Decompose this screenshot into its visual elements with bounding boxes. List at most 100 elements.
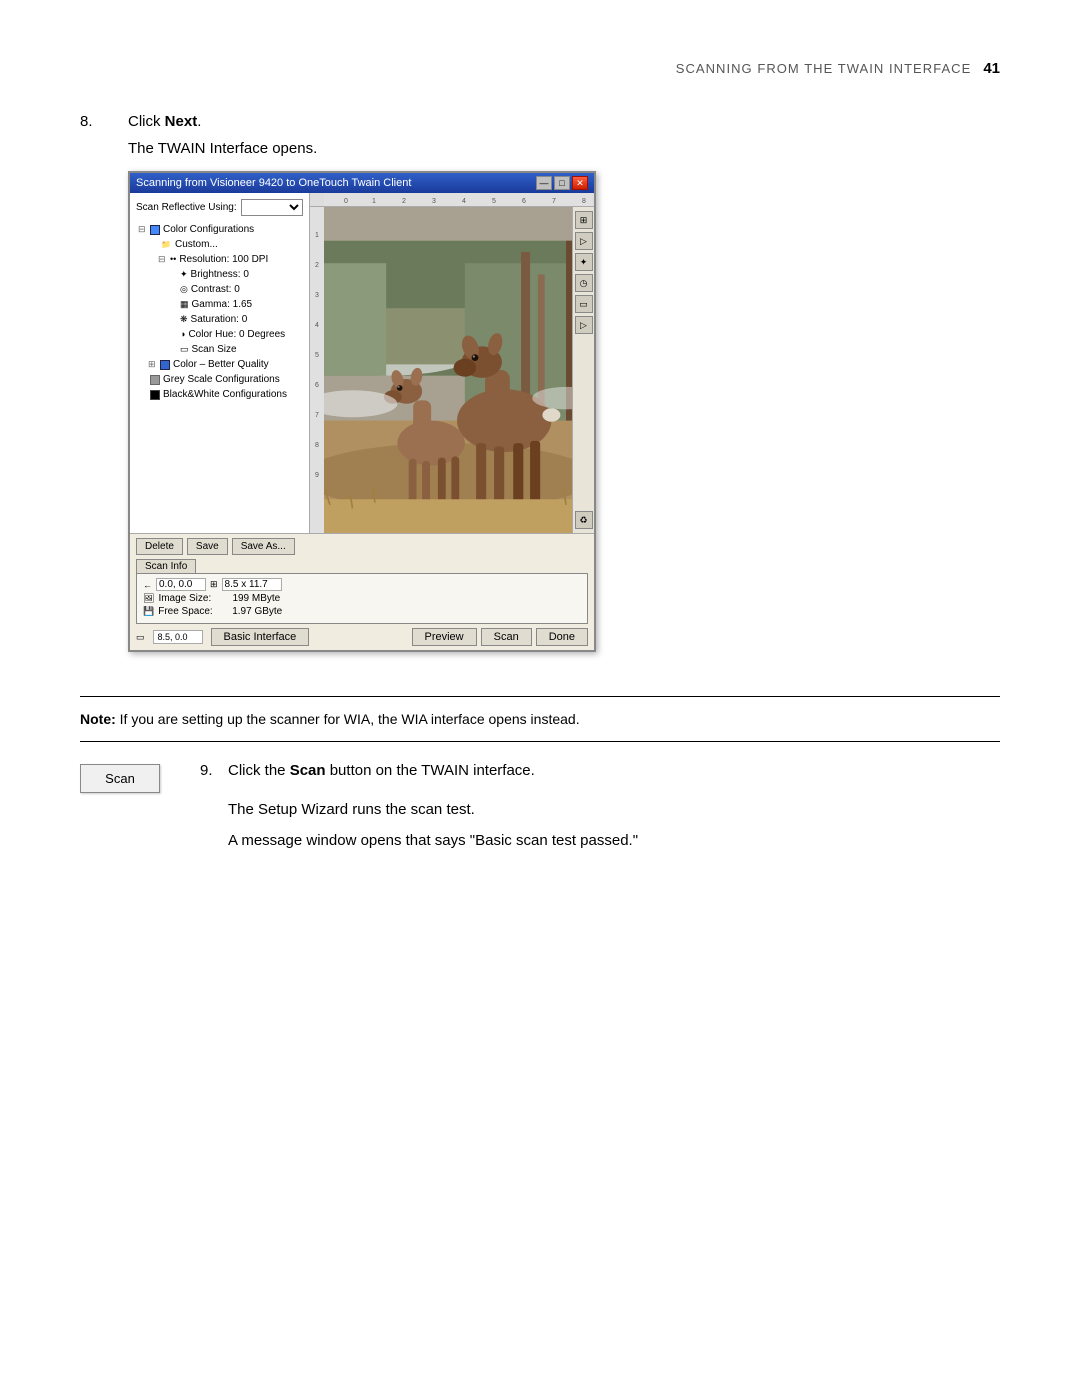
step-8-bold: Next [165,113,198,130]
deer-scene-svg [324,207,572,533]
position-display: 8.5, 0.0 [153,630,203,644]
svg-text:0: 0 [344,198,348,205]
deer-scene-container [324,207,572,533]
svg-text:9: 9 [315,472,319,479]
svg-text:1: 1 [372,198,376,205]
step-8-content: Click Next. The TWAIN Interface opens. S… [128,113,1000,672]
step-9-header: 9. Click the Scan button on the TWAIN in… [200,762,1000,789]
tree-item-contrast[interactable]: ◎ Contrast: 0 [134,282,305,297]
scan-button-image: Scan [80,764,160,793]
svg-text:5: 5 [492,198,496,205]
scan-reflective-label: Scan Reflective Using: [136,202,237,213]
toolbar-btn-2[interactable]: ▷ [575,232,593,250]
tree-item-grey[interactable]: Grey Scale Configurations [134,372,305,387]
toolbar-btn-5[interactable]: ▷ [575,316,593,334]
toolbar-btn-1[interactable]: ⊞ [575,211,593,229]
svg-text:3: 3 [432,198,436,205]
save-button[interactable]: Save [187,538,228,555]
tree-label: Gamma: 1.65 [192,297,253,312]
tree-item-resolution[interactable]: ⊟ •• Resolution: 100 DPI [134,252,305,267]
svg-text:1: 1 [315,232,319,239]
twain-titlebar: Scanning from Visioneer 9420 to OneTouch… [130,173,594,193]
tree-label: Color Configurations [163,222,254,237]
arrow-left-icon: ← [143,580,152,590]
resolution-icon: •• [170,253,176,267]
free-space-row: 💾 Free Space: 1.97 GByte [143,606,581,617]
tree-label: Color Hue: 0 Degrees [188,327,285,342]
position-row: ← ⊞ [143,578,581,591]
header-page-number: 41 [983,60,1000,77]
step-9-instruction: Click the Scan button on the TWAIN inter… [228,762,535,779]
tree-item-gamma[interactable]: ▦ Gamma: 1.65 [134,297,305,312]
tree-view: ⊟ Color Configurations 📁 Custom... [134,222,305,402]
tree-label: Black&White Configurations [163,387,287,402]
delete-button[interactable]: Delete [136,538,183,555]
toolbar-btn-4[interactable]: ▭ [575,295,593,313]
bottom-right-actions: Preview Scan Done [412,628,589,646]
grey-icon [150,375,160,385]
svg-text:8: 8 [582,198,586,205]
tree-label: Brightness: 0 [191,267,249,282]
bottom-save-buttons: Delete Save Save As... [136,538,588,555]
close-btn[interactable]: ✕ [572,176,588,190]
twain-right-toolbar: ⊞ ▷ ✦ ◷ ▭ ▷ ♻ [572,207,594,533]
color2-icon [160,360,170,370]
tree-label: Saturation: 0 [191,312,248,327]
ruler-left: 1 2 3 4 5 6 7 8 9 [310,207,324,533]
scan-info-tab[interactable]: Scan Info [136,559,196,573]
step-9-desc1: The Setup Wizard runs the scan test. [228,801,1000,818]
size-input[interactable] [222,578,282,591]
note-box: Note: If you are setting up the scanner … [80,696,1000,742]
twain-bottom: Delete Save Save As... Scan Info ← ⊞ [130,533,594,650]
expand-icon: ⊟ [138,223,148,237]
tree-item-bw[interactable]: Black&White Configurations [134,387,305,402]
basic-interface-button[interactable]: Basic Interface [211,628,310,646]
bottom-left-actions: ▭ 8.5, 0.0 Basic Interface [136,628,309,646]
scan-button-twain[interactable]: Scan [481,628,532,646]
tree-label: Color – Better Quality [173,357,269,372]
image-size-row: 🖼 Image Size: 199 MByte [143,593,581,604]
step-9-bold: Scan [290,762,326,779]
header-title: Scanning From the TWAIN Interface [676,61,972,76]
tree-item-custom[interactable]: 📁 Custom... [134,237,305,252]
bottom-action-row: ▭ 8.5, 0.0 Basic Interface Preview Scan … [136,628,588,646]
gamma-icon: ▦ [180,298,189,312]
toolbar-btn-bottom[interactable]: ♻ [575,511,593,529]
maximize-btn[interactable]: □ [554,176,570,190]
step-8-description: The TWAIN Interface opens. [128,140,1000,157]
scan-reflective-select[interactable] [241,199,303,216]
minimize-btn[interactable]: — [536,176,552,190]
svg-text:6: 6 [315,382,319,389]
tree-item-hue[interactable]: ◑ Color Hue: 0 Degrees [134,327,305,342]
tree-label: Grey Scale Configurations [163,372,280,387]
done-button[interactable]: Done [536,628,588,646]
position-input[interactable] [156,578,206,591]
tree-item-brightness[interactable]: ✦ Brightness: 0 [134,267,305,282]
color-icon [150,225,160,235]
svg-text:2: 2 [315,262,319,269]
page-header: Scanning From the TWAIN Interface 41 [80,60,1000,77]
tree-item-saturation[interactable]: ❋ Saturation: 0 [134,312,305,327]
bw-icon [150,390,160,400]
toolbar-btn-3[interactable]: ◷ [575,274,593,292]
toolbar-btn-zoom[interactable]: ✦ [575,253,593,271]
step-8-instruction: Click Next. [128,113,1000,130]
svg-text:8: 8 [315,442,319,449]
step-9-content: 9. Click the Scan button on the TWAIN in… [200,762,1000,863]
twain-body: Scan Reflective Using: ⊟ Color Con [130,193,594,533]
tree-item-color-config[interactable]: ⊟ Color Configurations [134,222,305,237]
preview-button[interactable]: Preview [412,628,477,646]
svg-text:7: 7 [552,198,556,205]
tree-label: Scan Size [192,342,237,357]
page: Scanning From the TWAIN Interface 41 8. … [0,0,1080,1397]
svg-text:4: 4 [462,198,466,205]
contrast-icon: ◎ [180,283,188,297]
tree-item-color-better[interactable]: ⊞ Color – Better Quality [134,357,305,372]
ruler-left-svg: 1 2 3 4 5 6 7 8 9 [310,207,324,533]
tree-item-scan-size[interactable]: ▭ Scan Size [134,342,305,357]
note-label: Note: [80,711,116,727]
save-as-button[interactable]: Save As... [232,538,295,555]
preview-image-area: 1 2 3 4 5 6 7 8 9 [310,207,594,533]
svg-text:7: 7 [315,412,319,419]
expand-icon: ⊟ [158,253,168,267]
